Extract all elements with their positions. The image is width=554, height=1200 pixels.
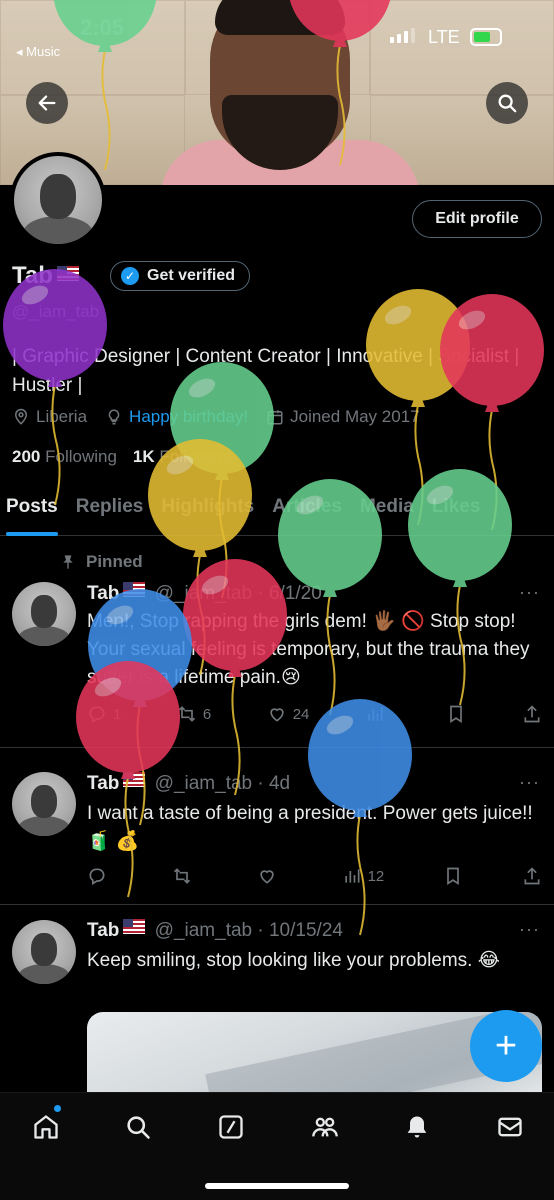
follow-stats: 200 Following 1K Followers: [12, 447, 232, 467]
grok-icon: [219, 1115, 243, 1139]
status-bar: 2:05 ◂ Music LTE: [0, 0, 554, 70]
nav-messages[interactable]: [490, 1111, 530, 1143]
tab-articles[interactable]: Articles: [272, 488, 342, 535]
bookmark-button[interactable]: [446, 704, 466, 724]
profile-meta: Liberia Happy birthday! Joined May 2017: [12, 407, 420, 427]
reply-button[interactable]: [87, 866, 113, 886]
profile-bio: | Graphic Designer | Content Creator | I…: [12, 346, 520, 396]
back-button[interactable]: [26, 82, 68, 124]
profile-tabs: Posts Replies Highlights Articles Media …: [0, 488, 554, 536]
share-button[interactable]: [522, 704, 542, 724]
more-options-icon[interactable]: ···: [519, 772, 540, 793]
reply-button[interactable]: 1: [87, 704, 121, 724]
search-icon: [498, 94, 517, 113]
profile-website-link[interactable]: Happy birthday!: [129, 407, 248, 427]
location-pin-icon: [14, 408, 28, 425]
like-button[interactable]: [257, 866, 283, 886]
share-icon: [524, 705, 540, 723]
lightbulb-icon: [108, 409, 120, 425]
post-actions: 1 6 24: [87, 704, 542, 724]
repost-button[interactable]: 6: [177, 704, 211, 724]
bookmark-icon: [450, 705, 463, 724]
profile-name: Tab: [12, 262, 79, 290]
mail-icon: [498, 1117, 522, 1137]
plus-icon: +: [494, 1024, 518, 1067]
share-icon: [524, 867, 540, 885]
repost-icon: [173, 868, 190, 884]
verified-badge-icon: ✓: [121, 267, 139, 285]
repost-button[interactable]: [172, 866, 198, 886]
liberia-flag-icon: [56, 266, 79, 281]
following-link[interactable]: 200 Following: [12, 447, 117, 467]
like-button[interactable]: 24: [267, 704, 309, 724]
post-text: Keep smiling, stop looking like your pro…: [87, 950, 500, 971]
profile-handle: @_iam_tab: [12, 302, 100, 321]
post-avatar[interactable]: [12, 582, 76, 646]
tab-replies[interactable]: Replies: [76, 488, 144, 535]
post-actions: 12: [87, 866, 542, 886]
reply-icon: [89, 706, 105, 723]
post-avatar[interactable]: [12, 772, 76, 836]
communities-icon: [312, 1117, 338, 1137]
post-text: Men!, Stop rapping the girls dem! 🖐🏾 🚫 S…: [87, 611, 530, 688]
liberia-flag-icon: [123, 582, 146, 597]
edit-profile-button[interactable]: Edit profile: [412, 200, 542, 238]
post-header: Tab @_iam_tab · 4d: [87, 772, 291, 794]
back-to-app-link[interactable]: ◂ Music: [16, 44, 60, 60]
network-type: LTE: [428, 27, 460, 47]
calendar-icon: [267, 410, 283, 425]
home-icon: [34, 1115, 58, 1139]
tab-likes[interactable]: Likes: [432, 488, 481, 535]
home-notification-dot: [54, 1105, 61, 1112]
profile-avatar[interactable]: [10, 152, 106, 248]
nav-home[interactable]: [26, 1111, 66, 1143]
search-button[interactable]: [486, 82, 528, 124]
post-item[interactable]: Tab @_iam_tab · 4d ··· I want a taste of…: [0, 748, 554, 905]
status-time: 2:05: [80, 15, 125, 40]
nav-communities[interactable]: [305, 1111, 345, 1143]
nav-grok[interactable]: [211, 1111, 251, 1143]
bell-icon: [407, 1116, 427, 1138]
more-options-icon[interactable]: ···: [519, 582, 540, 603]
home-indicator[interactable]: [205, 1183, 349, 1189]
profile-location: Liberia: [36, 407, 88, 426]
followers-link[interactable]: 1K Followers: [133, 447, 232, 467]
tab-media[interactable]: Media: [360, 488, 414, 535]
battery-charging-icon: [470, 28, 502, 46]
heart-icon: [260, 870, 274, 884]
post-avatar[interactable]: [12, 920, 76, 984]
bookmark-button[interactable]: [443, 866, 463, 886]
tab-highlights[interactable]: Highlights: [161, 488, 254, 535]
nav-notifications[interactable]: [397, 1111, 437, 1143]
views-icon: [368, 707, 383, 721]
reply-icon: [89, 868, 105, 885]
views-button[interactable]: 12: [342, 866, 384, 886]
more-options-icon[interactable]: ···: [519, 919, 540, 940]
repost-icon: [178, 706, 195, 722]
share-button[interactable]: [522, 866, 542, 886]
cellular-signal-icon: [390, 28, 415, 43]
post-header: Tab @_iam_tab · 6/1/20: [87, 582, 322, 604]
get-verified-button[interactable]: ✓ Get verified: [110, 261, 251, 291]
post-text: I want a taste of being a president. Pow…: [87, 803, 533, 852]
back-arrow-icon: [38, 95, 56, 111]
nav-search[interactable]: [118, 1111, 158, 1143]
heart-icon: [270, 708, 284, 722]
post-header: Tab @_iam_tab · 10/15/24: [87, 919, 343, 941]
search-icon: [127, 1116, 150, 1139]
liberia-flag-icon: [123, 772, 146, 787]
compose-post-button[interactable]: +: [470, 1010, 542, 1082]
views-button[interactable]: [365, 704, 391, 724]
liberia-flag-icon: [123, 919, 146, 934]
bookmark-icon: [447, 867, 459, 886]
post-item[interactable]: Tab @_iam_tab · 6/1/20 ··· Men!, Stop ra…: [0, 540, 554, 748]
views-icon: [344, 869, 360, 883]
tab-posts[interactable]: Posts: [6, 488, 58, 536]
profile-joined-date: Joined May 2017: [290, 407, 420, 426]
